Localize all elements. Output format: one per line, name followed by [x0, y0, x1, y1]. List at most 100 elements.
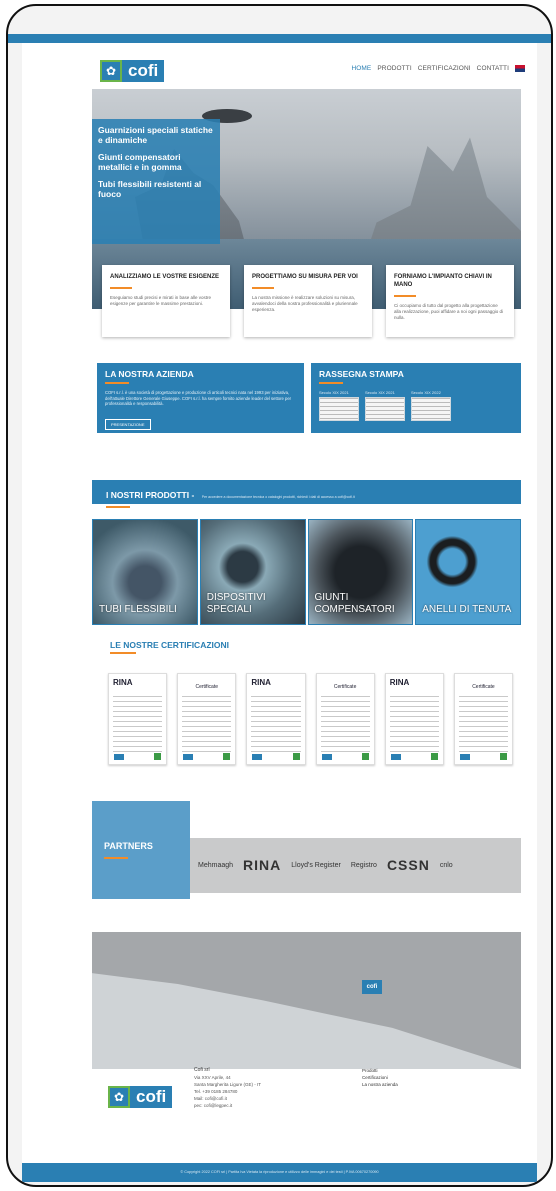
partner-logo[interactable]: CSSN: [387, 857, 430, 873]
pec-link[interactable]: pec: cofi@legpec.it: [194, 1102, 261, 1109]
title-underline: [319, 382, 343, 384]
certificate-text-lines: [182, 696, 232, 752]
partners-title: PARTNERS: [104, 841, 153, 851]
stamp-icon: [154, 753, 162, 760]
certificate-card[interactable]: Certificate: [453, 673, 514, 765]
service-cards: ANALIZZIAMO LE VOSTRE ESIGENZE Eseguiamo…: [102, 265, 514, 337]
map-land: [92, 932, 521, 1069]
logo-text: cofi: [122, 60, 165, 82]
certificate-card[interactable]: RINA: [108, 673, 168, 765]
certificate-text-lines: [113, 696, 163, 752]
product-label: GIUNTI COMPENSATORI: [314, 592, 395, 615]
web-page: ✿ cofi HOME PRODOTTI CERTIFICAZIONI CONT…: [22, 43, 537, 1182]
language-flag-icon[interactable]: [515, 65, 525, 72]
nav-prodotti[interactable]: PRODOTTI: [377, 65, 411, 72]
location-map[interactable]: cofi: [92, 932, 521, 1069]
seal-icon: [390, 754, 401, 760]
press-thumbnail[interactable]: [365, 397, 405, 421]
email-link[interactable]: Mail: cofi@cofi.it: [194, 1095, 261, 1102]
press-list: Secolo XIX 2021 Secolo XIX 2021 Secolo X…: [319, 390, 513, 421]
certificazioni-title: LE NOSTRE CERTIFICAZIONI: [110, 640, 229, 650]
azienda-title: LA NOSTRA AZIENDA: [105, 369, 194, 379]
partner-logo[interactable]: Mehmaagh: [198, 862, 233, 869]
service-card: PROGETTIAMO SU MISURA PER VOI La nostra …: [244, 265, 372, 337]
footer-contact: Cofi srl Via XXV Aprile, 44 Santa Marghe…: [194, 1067, 261, 1109]
footer-link[interactable]: Certificazioni: [362, 1074, 512, 1081]
card-divider: [252, 287, 274, 289]
certificate-text-lines: [458, 696, 509, 752]
title-underline: [106, 506, 130, 508]
stamp-icon: [500, 753, 508, 760]
prodotti-subtitle: Per accedere a documentazione tecnica o …: [201, 495, 355, 499]
rassegna-title: RASSEGNA STAMPA: [319, 369, 404, 379]
card-title: PROGETTIAMO SU MISURA PER VOI: [252, 274, 358, 280]
certificate-card[interactable]: Certificate: [315, 673, 375, 765]
partners-title-box: PARTNERS: [92, 801, 190, 899]
hero-line: Giunti compensatori metallici e in gomma: [98, 152, 182, 172]
stamp-icon: [292, 753, 300, 760]
product-label: ANELLI DI TENUTA: [422, 604, 512, 615]
certificate-card[interactable]: RINA: [384, 673, 444, 765]
certificate-card[interactable]: RINA: [246, 673, 306, 765]
card-text: La nostra missione è realizzare soluzion…: [252, 295, 358, 312]
service-card: ANALIZZIAMO LE VOSTRE ESIGENZE Eseguiamo…: [102, 265, 230, 337]
rassegna-section: RASSEGNA STAMPA Secolo XIX 2021 Secolo X…: [311, 363, 521, 433]
certificate-heading: Certificate: [472, 684, 495, 690]
press-item[interactable]: Secolo XIX 2022: [411, 390, 451, 421]
stamp-icon: [361, 753, 369, 760]
certificate-card[interactable]: Certificate: [177, 673, 237, 765]
product-tile-tubi[interactable]: TUBI FLESSIBILI: [92, 519, 198, 625]
title-underline: [110, 652, 136, 654]
card-divider: [394, 295, 416, 297]
press-item[interactable]: Secolo XIX 2021: [319, 390, 359, 421]
card-title: FORNIAMO L'IMPIANTO CHIAVI IN MANO: [394, 274, 492, 288]
product-label: DISPOSITIVI SPECIALI: [206, 592, 266, 615]
nav-contatti[interactable]: CONTATTI: [477, 65, 509, 72]
product-tile-dispositivi[interactable]: DISPOSITIVI SPECIALI: [199, 519, 306, 625]
card-divider: [110, 287, 132, 289]
partner-logo[interactable]: Registro: [351, 862, 377, 869]
azienda-text: COFI s.r.l. è una società di progettazio…: [105, 390, 292, 406]
footer-logo[interactable]: ✿ cofi: [108, 1085, 178, 1109]
products-grid: TUBI FLESSIBILI DISPOSITIVI SPECIALI GIU…: [92, 519, 521, 625]
device-frame: ✿ cofi HOME PRODOTTI CERTIFICAZIONI CONT…: [6, 4, 553, 1187]
certificate-heading: RINA: [251, 678, 271, 687]
logo-icon: ✿: [100, 60, 122, 82]
nav-home[interactable]: HOME: [351, 65, 371, 72]
press-item[interactable]: Secolo XIX 2021: [365, 390, 405, 421]
certificate-text-lines: [251, 696, 301, 752]
seal-icon: [114, 754, 124, 760]
product-tile-anelli[interactable]: ANELLI DI TENUTA: [415, 519, 521, 625]
partner-logo[interactable]: RINA: [243, 857, 281, 873]
prodotti-title: I NOSTRI PRODOTTI -: [106, 490, 195, 500]
press-label: Secolo XIX 2021: [365, 390, 395, 395]
partner-logo[interactable]: cnlo: [440, 862, 453, 869]
seal-icon: [459, 754, 470, 760]
footer-link[interactable]: La nostra azienda: [362, 1081, 512, 1088]
certificate-heading: Certificate: [333, 684, 357, 690]
hero-line: Guarnizioni speciali statiche e dinamich…: [98, 125, 213, 145]
logo[interactable]: ✿ cofi: [100, 58, 170, 84]
partner-logos: Mehmaagh RINA Lloyd's Register Registro …: [198, 840, 518, 890]
product-label: TUBI FLESSIBILI: [99, 604, 177, 615]
footer-links: Prodotti Certificazioni La nostra aziend…: [362, 1067, 512, 1088]
partner-logo[interactable]: Lloyd's Register: [291, 862, 341, 869]
stamp-icon: [430, 753, 438, 760]
address: Via XXV Aprile, 44: [194, 1075, 231, 1080]
presentazione-button[interactable]: PRESENTAZIONE: [105, 418, 151, 430]
city: Santa Margherita Ligure (GE) - IT: [194, 1082, 262, 1087]
title-underline: [104, 857, 128, 859]
hero-line: Tubi flessibili resistenti al fuoco: [98, 179, 202, 199]
product-tile-giunti[interactable]: GIUNTI COMPENSATORI: [307, 519, 414, 625]
map-marker-icon[interactable]: cofi: [362, 980, 382, 994]
press-thumbnail[interactable]: [411, 397, 451, 421]
top-accent-bar: [8, 34, 551, 43]
telephone: Tel. +39 0185 284780: [194, 1089, 238, 1094]
footer-link[interactable]: Prodotti: [362, 1067, 512, 1074]
press-thumbnail[interactable]: [319, 397, 359, 421]
certificates-list: RINA Certificate RINA Certificate RINA C…: [108, 673, 514, 765]
stamp-icon: [223, 753, 231, 760]
card-title: ANALIZZIAMO LE VOSTRE ESIGENZE: [110, 274, 220, 280]
copyright-bar: © Copyright 2022 COFI srl | Partita Iva …: [22, 1163, 537, 1182]
nav-certificazioni[interactable]: CERTIFICAZIONI: [418, 65, 471, 72]
